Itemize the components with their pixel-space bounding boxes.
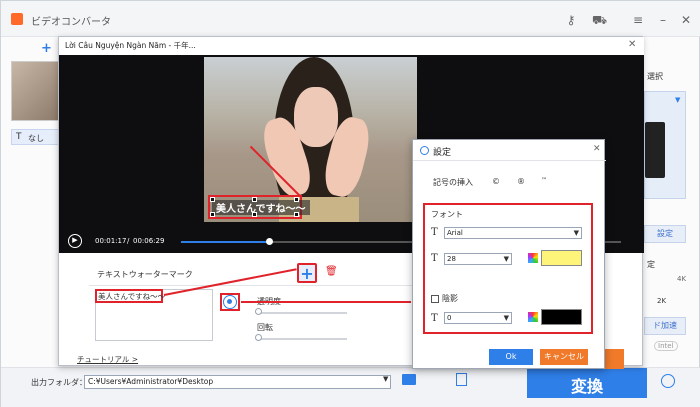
rotation-knob[interactable] [255, 334, 262, 341]
cancel-button[interactable]: キャンセル [540, 349, 588, 365]
subtitle-selector-label: なし [28, 134, 44, 143]
subtitle-selector[interactable]: T なし [11, 129, 59, 145]
font-section-title: フォント [431, 210, 463, 219]
add-watermark-button[interactable]: + [297, 263, 317, 283]
ok-button[interactable]: Ok [489, 349, 533, 365]
time-separator: / [127, 237, 130, 245]
hw-accel-button[interactable]: ド加速 [644, 317, 686, 335]
editor-title: Lời Câu Nguyện Ngàn Năm - 千年... [59, 37, 644, 55]
font-name-select[interactable]: Arial ▼ [444, 227, 582, 239]
resize-handle[interactable] [294, 197, 299, 202]
merge-icon[interactable] [456, 373, 467, 386]
chevron-down-icon[interactable]: ▼ [675, 96, 680, 104]
video-thumbnail[interactable] [11, 61, 59, 121]
font-name-value: Arial [447, 229, 463, 237]
resize-handle[interactable] [294, 212, 299, 217]
arrow-gear-to-dialog [241, 301, 411, 303]
shadow-icon: T [431, 313, 438, 324]
watermark-header: テキストウォーターマーク [97, 270, 193, 279]
dialog-title: 設定 [433, 148, 452, 158]
font-name-icon: T [431, 227, 438, 238]
alarm-clock-icon[interactable] [661, 374, 675, 388]
chevron-down-icon: ▼ [503, 255, 509, 263]
copyright-symbol-button[interactable]: © [492, 177, 500, 186]
app-title: ビデオコンバータ [31, 17, 111, 28]
cart-icon[interactable]: ⛟ [592, 13, 607, 27]
app-logo-icon [11, 13, 23, 25]
dialog-divider [413, 160, 606, 161]
resize-handle[interactable] [252, 197, 257, 202]
figure-face [294, 87, 338, 147]
chevron-down-icon: ▼ [503, 314, 509, 322]
format-select-label: 選択 [647, 72, 663, 81]
folder-icon[interactable] [402, 374, 416, 385]
resolution-2k-label[interactable]: 2K [657, 297, 666, 305]
tutorial-link[interactable]: チュートリアル > [77, 354, 138, 365]
resize-handle[interactable] [210, 212, 215, 217]
font-size-value: 28 [447, 255, 456, 263]
format-preview-image [645, 122, 665, 178]
delete-icon[interactable]: 🗑 [325, 266, 338, 277]
resolution-4k-label: 4K [677, 275, 687, 283]
minimize-icon[interactable]: – [656, 13, 670, 27]
shadow-select[interactable]: 0 ▼ [444, 312, 512, 324]
key-icon[interactable]: ⚷ [564, 13, 578, 27]
settings-dialog: 設定 ✕ 記号の挿入 © ® ™ フォント T Arial ▼ T 28 ▼ 陰… [412, 139, 606, 369]
settings-button[interactable]: 設定 [644, 225, 686, 243]
resize-handle[interactable] [252, 212, 257, 217]
font-size-select[interactable]: 28 ▼ [444, 253, 512, 265]
color-palette-icon[interactable] [528, 253, 538, 263]
trademark-symbol-button[interactable]: ™ [541, 177, 547, 184]
rotation-label: 回転 [257, 323, 273, 332]
font-size-icon: T [431, 253, 438, 264]
path-dropdown-icon[interactable]: ▼ [383, 375, 388, 383]
shadow-checkbox[interactable] [431, 295, 439, 303]
output-folder-label: 出力フォルダ： [31, 378, 87, 387]
add-file-button[interactable]: + [41, 41, 52, 56]
bottom-bar: 出力フォルダ： C:¥Users¥Administrator¥Desktop ▼… [1, 367, 700, 407]
text-settings-button[interactable] [223, 295, 237, 309]
shadow-palette-icon[interactable] [528, 312, 538, 322]
time-current: 00:01:17 [95, 237, 127, 245]
convert-button[interactable]: 変換 [527, 368, 647, 398]
title-bar: ビデオコンバータ ⚷ ⛟ ≡ – ✕ [1, 1, 700, 37]
font-color-swatch[interactable] [541, 250, 582, 266]
opacity-slider[interactable] [257, 312, 347, 314]
intel-badge: Intel [654, 341, 678, 351]
editor-close-icon[interactable]: ✕ [628, 39, 636, 50]
time-total: 00:06:29 [133, 237, 165, 245]
symbol-label: 記号の挿入 [433, 178, 473, 187]
quality-label: 定 [647, 260, 655, 269]
text-icon: T [16, 132, 22, 142]
gear-icon [420, 146, 429, 155]
watermark-text-value: 美人さんですね～～ [98, 292, 166, 301]
chevron-down-icon: ▼ [573, 229, 579, 237]
opacity-knob[interactable] [255, 308, 262, 315]
close-window-icon[interactable]: ✕ [679, 13, 693, 27]
seek-progress [181, 241, 269, 243]
rotation-slider[interactable] [257, 338, 347, 340]
seek-knob[interactable] [266, 238, 273, 245]
registered-symbol-button[interactable]: ® [517, 177, 525, 186]
output-path-field[interactable]: C:¥Users¥Administrator¥Desktop [84, 375, 391, 389]
resize-handle[interactable] [210, 197, 215, 202]
shadow-color-swatch[interactable] [541, 309, 582, 325]
shadow-value: 0 [447, 314, 452, 322]
play-button[interactable]: ▶ [68, 234, 82, 248]
shadow-section-title: 陰影 [442, 294, 458, 303]
format-panel[interactable]: ▼ [644, 91, 686, 199]
menu-icon[interactable]: ≡ [631, 13, 645, 27]
dialog-close-icon[interactable]: ✕ [593, 144, 601, 154]
